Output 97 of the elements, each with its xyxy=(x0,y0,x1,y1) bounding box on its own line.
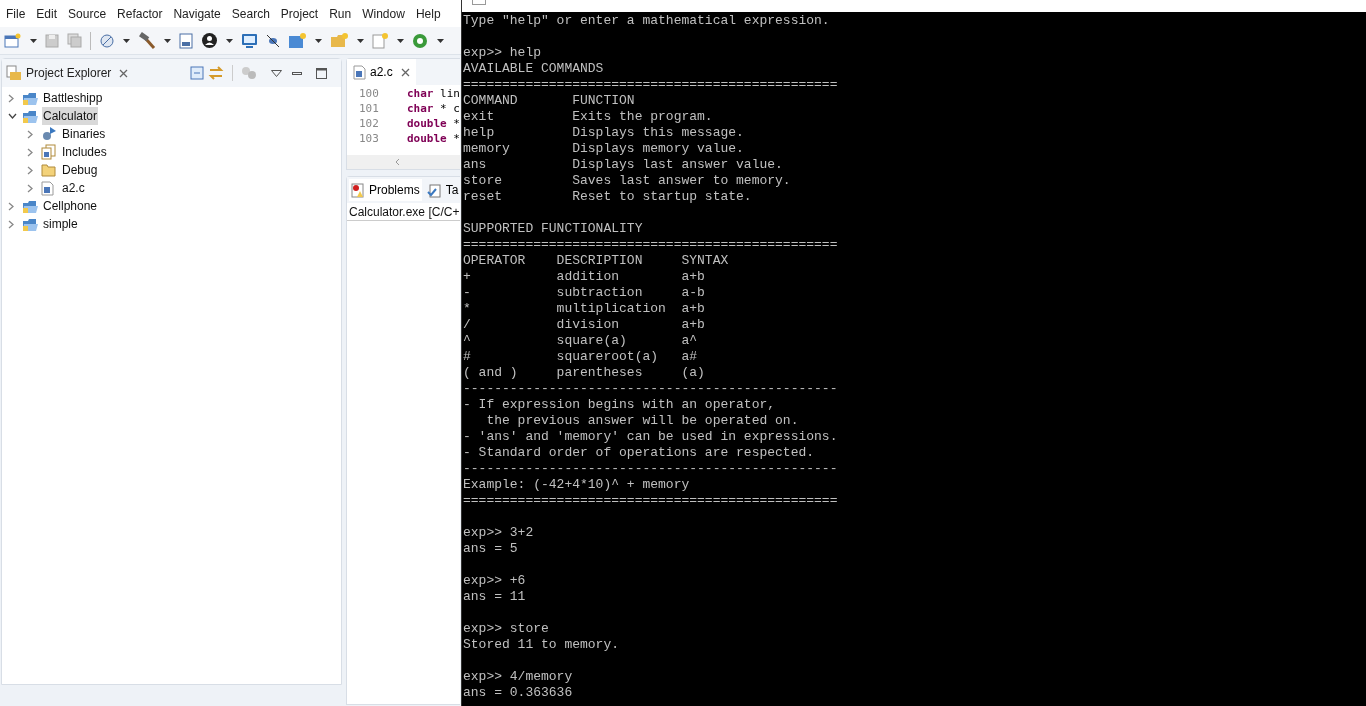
console-line: Example: (-42+4*10)^ + memory xyxy=(463,477,691,493)
explorer-icon xyxy=(6,65,22,81)
console-line: / division a+b xyxy=(463,317,706,333)
console-line: exp>> 4/memory xyxy=(463,669,574,685)
console-line: ( and ) parentheses (a) xyxy=(463,365,706,381)
code-line: char lin xyxy=(407,86,460,101)
includes-icon xyxy=(41,144,57,160)
console-line: reset Reset to startup state. xyxy=(463,189,753,205)
caret-icon[interactable] xyxy=(315,38,322,43)
console-line: ================================================ xyxy=(463,493,839,509)
menu-item[interactable]: Refactor xyxy=(117,4,163,23)
console-line: # squareroot(a) a# xyxy=(463,349,699,365)
console-line: ================================================ xyxy=(463,237,839,253)
console-line: Stored 11 to memory. xyxy=(463,637,621,653)
tree-item[interactable]: Battleshipp xyxy=(42,89,104,107)
caret-icon[interactable] xyxy=(357,38,364,43)
console-line: ans = 5 xyxy=(463,541,519,557)
menu-item[interactable]: Source xyxy=(68,4,107,23)
console-line: exp>> help xyxy=(463,45,542,61)
console-line: Type "help" or enter a mathematical expression. xyxy=(463,13,831,29)
problems-icon xyxy=(351,182,365,198)
close-icon[interactable] xyxy=(400,67,410,77)
folder-icon xyxy=(41,163,58,177)
console-line: OPERATOR DESCRIPTION SYNTAX xyxy=(463,253,730,269)
line-number: 102 xyxy=(359,116,380,131)
console-line: - Standard order of operations are respected. xyxy=(463,445,816,461)
console-line: ans Displays last answer value. xyxy=(463,157,784,173)
c-file-icon xyxy=(41,180,54,196)
project-folder-icon xyxy=(22,108,40,124)
tree-item[interactable]: Calculator xyxy=(42,107,99,125)
console-line: ans = 11 xyxy=(463,589,527,605)
menu-item[interactable]: Edit xyxy=(36,4,58,23)
editor-tab[interactable]: a2.c xyxy=(347,59,416,85)
console-line: + addition a+b xyxy=(463,269,706,285)
menu-item[interactable]: Window xyxy=(362,4,405,23)
menu-item[interactable]: File xyxy=(6,4,26,23)
tree-item[interactable]: Debug xyxy=(61,161,99,179)
caret-icon[interactable] xyxy=(437,38,444,43)
close-icon[interactable] xyxy=(119,68,129,78)
caret-icon[interactable] xyxy=(30,38,37,43)
line-number: 101 xyxy=(359,101,380,116)
scroll-left-icon[interactable] xyxy=(395,158,400,166)
console-label: Calculator.exe [C/C+ xyxy=(349,203,460,221)
console-line: ^ square(a) a^ xyxy=(463,333,699,349)
console-line: the previous answer will be operated on. xyxy=(485,413,800,429)
console-line: - subtraction a-b xyxy=(463,285,706,301)
menu-item[interactable]: Run xyxy=(329,4,352,23)
hammer-icon[interactable] xyxy=(138,32,156,49)
project-folder-icon xyxy=(22,90,40,106)
console-line: - If expression begins with an operator, xyxy=(463,397,777,413)
project-folder-icon xyxy=(22,198,40,214)
code-line: char * c xyxy=(407,101,460,116)
console-line: exp>> 3+2 xyxy=(463,525,535,541)
caret-icon[interactable] xyxy=(123,38,130,43)
menu-item[interactable]: Navigate xyxy=(173,4,221,23)
caret-icon[interactable] xyxy=(226,38,233,43)
console-line: exp>> +6 xyxy=(463,573,527,589)
console-line: ------------------------------------------------ xyxy=(463,381,839,397)
console-line: exp>> store xyxy=(463,621,550,637)
tree-item[interactable]: a2.c xyxy=(61,179,86,197)
tasks-icon xyxy=(426,182,442,198)
console-line: exit Exits the program. xyxy=(463,109,714,125)
console-line: store Saves last answer to memory. xyxy=(463,173,792,189)
tree-item[interactable]: Cellphone xyxy=(42,197,99,215)
menu-item[interactable]: Help xyxy=(415,4,441,23)
line-number: 103 xyxy=(359,131,380,146)
code-line: double * xyxy=(407,131,460,146)
tree-item[interactable]: simple xyxy=(42,215,79,233)
monitor-icon[interactable] xyxy=(241,32,258,49)
console-line: help Displays this message. xyxy=(463,125,745,141)
console-line: ================================================ xyxy=(463,77,839,93)
person-icon[interactable] xyxy=(201,32,218,49)
project-folder-icon xyxy=(22,216,40,232)
console-line: * multiplication a+b xyxy=(463,301,706,317)
tree-item[interactable]: Includes xyxy=(61,143,108,161)
console-line: - 'ans' and 'memory' can be used in expressions. xyxy=(463,429,839,445)
c-file-icon xyxy=(353,64,366,80)
view-tab[interactable]: Ta xyxy=(424,179,461,201)
caret-icon[interactable] xyxy=(397,38,404,43)
console-line: ------------------------------------------------ xyxy=(463,461,839,477)
view-tab-title[interactable]: Project Explorer xyxy=(26,64,112,82)
console-line: SUPPORTED FUNCTIONALITY xyxy=(463,221,644,237)
code-line: double * xyxy=(407,116,460,131)
caret-icon[interactable] xyxy=(164,38,171,43)
console-line: ans = 0.363636 xyxy=(463,685,574,701)
menu-item[interactable]: Project xyxy=(280,4,319,23)
maximize-icon[interactable] xyxy=(316,67,327,79)
tree-item[interactable]: Binaries xyxy=(61,125,107,143)
line-number: 100 xyxy=(359,86,380,101)
new-file-icon[interactable] xyxy=(4,32,22,49)
console-line: COMMAND FUNCTION xyxy=(463,93,636,109)
menu-item[interactable]: Search xyxy=(231,4,270,23)
console-line: memory Displays memory value. xyxy=(463,141,745,157)
view-menu-icon[interactable] xyxy=(271,69,282,77)
minimize-icon[interactable] xyxy=(292,71,302,75)
console-line: AVAILABLE COMMANDS xyxy=(463,61,605,77)
view-tab[interactable]: Problems xyxy=(349,179,422,201)
